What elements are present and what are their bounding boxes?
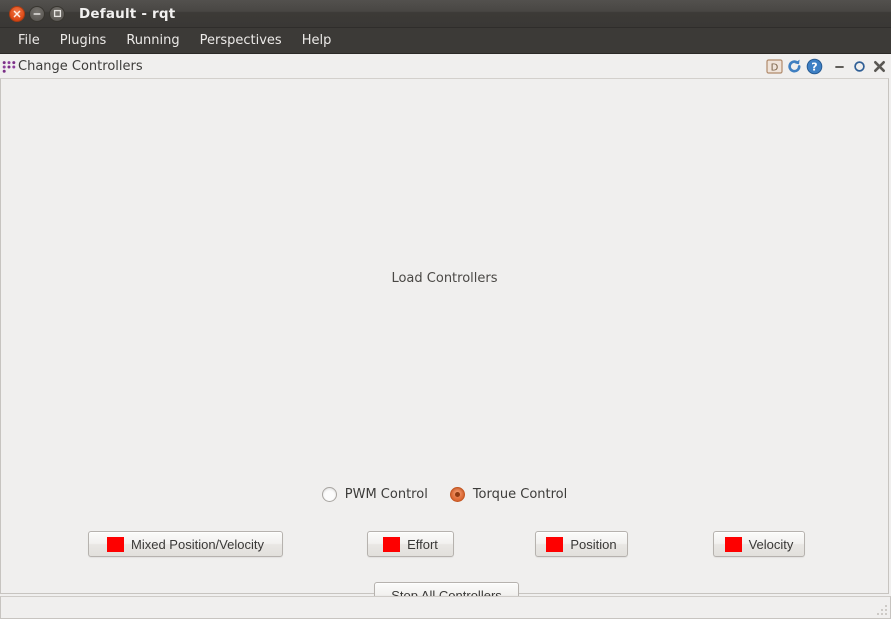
window-title: Default - rqt	[79, 6, 175, 22]
load-controllers-label: Load Controllers	[1, 271, 888, 286]
help-icon[interactable]: ?	[806, 58, 823, 75]
radio-pwm-control[interactable]: PWM Control	[322, 487, 428, 502]
radio-pwm-control-label: PWM Control	[345, 487, 428, 502]
button-label: Velocity	[749, 537, 794, 552]
status-led	[725, 537, 742, 552]
menu-file[interactable]: File	[8, 30, 50, 51]
radio-torque-control[interactable]: Torque Control	[450, 487, 567, 502]
menu-perspectives[interactable]: Perspectives	[190, 30, 292, 51]
status-led	[383, 537, 400, 552]
radio-torque-control-label: Torque Control	[473, 487, 567, 502]
control-mode-radio-group: PWM Control Torque Control	[1, 487, 888, 502]
button-effort[interactable]: Effort	[367, 531, 454, 557]
window-controls	[9, 6, 65, 22]
radio-torque-control-indicator	[450, 487, 465, 502]
rqt-main-window: Default - rqt File Plugins Running Persp…	[0, 0, 891, 619]
window-titlebar: Default - rqt	[0, 0, 891, 28]
menu-plugins[interactable]: Plugins	[50, 30, 117, 51]
maximize-icon	[53, 9, 62, 18]
button-mixed-position-velocity[interactable]: Mixed Position/Velocity	[88, 531, 283, 557]
subwindow-title: Change Controllers	[18, 59, 143, 74]
status-led	[546, 537, 563, 552]
menu-running[interactable]: Running	[116, 30, 189, 51]
window-maximize-button[interactable]	[49, 6, 65, 22]
svg-text:?: ?	[811, 60, 817, 73]
controllers-panel: Load Controllers PWM Control Torque Cont…	[0, 78, 889, 594]
subwindow-float-icon[interactable]	[853, 60, 866, 73]
status-led	[107, 537, 124, 552]
radio-pwm-control-indicator	[322, 487, 337, 502]
button-label: Effort	[407, 537, 438, 552]
subwindow-close-icon[interactable]	[873, 60, 886, 73]
button-position[interactable]: Position	[535, 531, 628, 557]
statusbar	[0, 596, 891, 619]
minimize-icon	[33, 10, 41, 18]
subwindow-system-buttons	[833, 60, 886, 73]
svg-text:D: D	[771, 62, 779, 73]
controller-buttons-row: Mixed Position/Velocity Effort Position …	[1, 531, 888, 559]
close-icon	[13, 10, 21, 18]
window-minimize-button[interactable]	[29, 6, 45, 22]
button-label: Position	[570, 537, 616, 552]
menu-help[interactable]: Help	[292, 30, 342, 51]
subwindow-toolbar: D ?	[766, 58, 891, 75]
dock-widget-icon[interactable]: D	[766, 58, 783, 75]
button-label: Mixed Position/Velocity	[131, 537, 264, 552]
subwindow-titlebar: Change Controllers D ?	[0, 54, 891, 78]
resize-grip-icon[interactable]	[875, 603, 888, 616]
button-velocity[interactable]: Velocity	[713, 531, 805, 557]
change-controllers-subwindow: Change Controllers D ?	[0, 54, 891, 619]
subwindow-minimize-icon[interactable]	[833, 60, 846, 73]
window-close-button[interactable]	[9, 6, 25, 22]
menubar: File Plugins Running Perspectives Help	[0, 28, 891, 54]
reload-icon[interactable]	[786, 58, 803, 75]
ros-logo-icon	[1, 58, 17, 74]
